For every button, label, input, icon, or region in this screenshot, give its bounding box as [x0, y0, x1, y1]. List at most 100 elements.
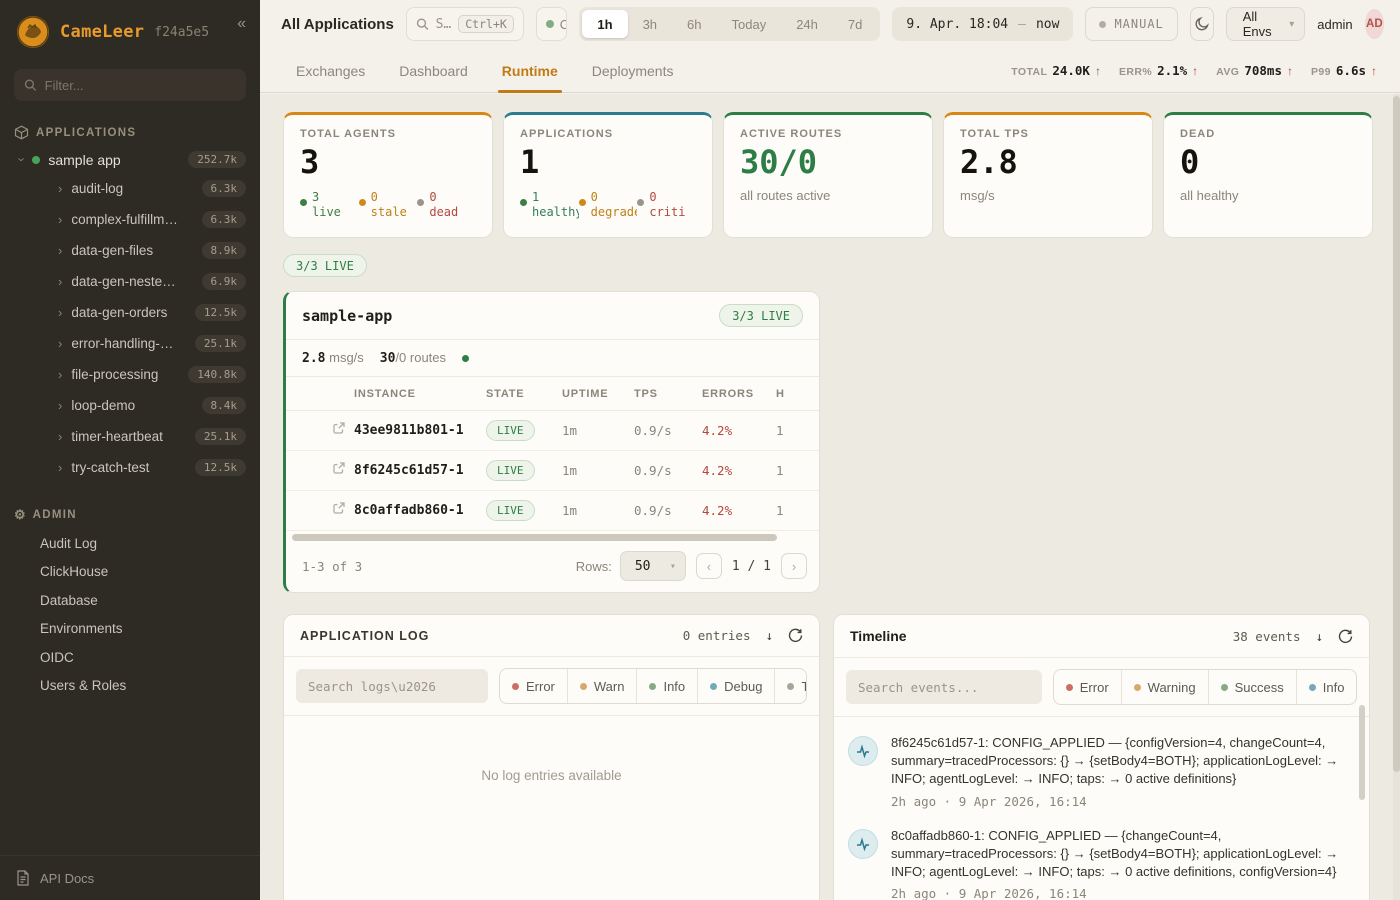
time-range-6h[interactable]: 6h	[672, 10, 716, 38]
chevron-right-icon: ›	[58, 430, 62, 443]
time-range-7d[interactable]: 7d	[833, 10, 877, 38]
card-title: APPLICATIONS	[520, 128, 696, 140]
timeline-event[interactable]: 8f6245c61d57-1: CONFIG_APPLIED — {config…	[848, 725, 1347, 818]
tab-deployments[interactable]: Deployments	[592, 63, 674, 92]
stat-value: 24.0K	[1052, 63, 1090, 78]
rows-per-page-select[interactable]: 50 ▾	[620, 551, 686, 581]
scrollbar-thumb[interactable]	[1393, 96, 1400, 772]
sidebar-item-file-processing[interactable]: ›file-processing140.8k	[0, 359, 260, 390]
uptime-value: 1m	[562, 503, 634, 518]
col-instance[interactable]: INSTANCE	[354, 388, 486, 400]
filter-info[interactable]: Info	[1296, 670, 1357, 704]
sidebar-item-error-handling[interactable]: ›error-handling-…25.1k	[0, 328, 260, 359]
prev-page-button[interactable]: ‹	[696, 553, 722, 579]
refresh-icon[interactable]	[1338, 629, 1353, 644]
blue-dot-icon	[1309, 684, 1316, 691]
filter-success[interactable]: Success	[1208, 670, 1296, 704]
sidebar-item-try-catch-test[interactable]: ›try-catch-test12.5k	[0, 452, 260, 483]
gray-dot-icon	[787, 683, 794, 690]
col-tps[interactable]: TPS	[634, 388, 702, 400]
sidebar-item-data-gen-neste[interactable]: ›data-gen-neste…6.9k	[0, 266, 260, 297]
arrow-up-icon: ↑	[1095, 64, 1101, 78]
scroll-down-icon[interactable]: ↓	[1315, 629, 1323, 644]
app-panel-metrics: 2.8 msg/s 30/0 routes	[286, 340, 819, 377]
sidebar-item-oidc[interactable]: OIDC	[0, 643, 260, 672]
sidebar-collapse-icon[interactable]: «	[237, 15, 246, 33]
page-scrollbar[interactable]	[1393, 94, 1400, 900]
external-link-icon[interactable]	[332, 501, 346, 515]
refresh-icon[interactable]	[788, 628, 803, 643]
chevron-down-icon[interactable]: ›	[16, 157, 29, 161]
sidebar-item-sample-app[interactable]: › sample app 252.7k	[0, 146, 260, 173]
sidebar-filter[interactable]	[14, 69, 246, 101]
tab-dashboard[interactable]: Dashboard	[399, 63, 468, 92]
next-page-button[interactable]: ›	[781, 553, 807, 579]
sidebar-item-environments[interactable]: Environments	[0, 615, 260, 644]
global-search-button[interactable]: S… Ctrl+K	[406, 7, 524, 41]
manual-refresh-button[interactable]: MANUAL	[1085, 7, 1177, 41]
timeline-scrollbar-thumb[interactable]	[1359, 705, 1365, 800]
avatar[interactable]: AD	[1365, 9, 1384, 39]
app-label: sample app	[48, 152, 120, 168]
table-row[interactable]: 8f6245c61d57-1 LIVE 1m 0.9/s 4.2% 1	[286, 451, 819, 491]
card-value: 30/0	[740, 144, 916, 181]
live-badge[interactable]: 3/3 LIVE	[283, 254, 367, 277]
instances-table-header: INSTANCE STATE UPTIME TPS ERRORS H	[286, 377, 819, 411]
time-range-24h[interactable]: 24h	[781, 10, 833, 38]
cameleer-logo-icon	[16, 15, 50, 49]
col-state[interactable]: STATE	[486, 388, 562, 400]
filter-info[interactable]: Info	[636, 669, 697, 703]
filter-trace[interactable]: Trace	[774, 669, 807, 703]
filter-warn[interactable]: Warn	[567, 669, 637, 703]
time-range-1h[interactable]: 1h	[582, 10, 627, 38]
col-errors[interactable]: ERRORS	[702, 388, 776, 400]
env-select[interactable]: All Envs ▾	[1226, 7, 1306, 41]
scrollbar-thumb[interactable]	[292, 534, 777, 541]
event-time: 2h ago · 9 Apr 2026, 16:14	[891, 886, 1353, 900]
card-value: 1	[520, 144, 696, 181]
sidebar-item-audit-log[interactable]: ›audit-log6.3k	[0, 173, 260, 204]
theme-toggle-button[interactable]	[1190, 7, 1214, 41]
date-range-display[interactable]: 9. Apr. 18:04 — now	[892, 7, 1073, 41]
col-uptime[interactable]: UPTIME	[562, 388, 634, 400]
h-value: 1	[776, 423, 816, 438]
timeline-event[interactable]: 8c0affadb860-1: CONFIG_APPLIED — {change…	[848, 818, 1347, 900]
tab-runtime[interactable]: Runtime	[502, 63, 558, 92]
horizontal-scrollbar[interactable]	[292, 534, 813, 542]
time-range-3h[interactable]: 3h	[628, 10, 672, 38]
log-search-input[interactable]	[296, 669, 488, 703]
api-docs-link[interactable]: API Docs	[0, 855, 260, 900]
filter-error[interactable]: Error	[500, 669, 567, 703]
filter-warning[interactable]: Warning	[1121, 670, 1208, 704]
sidebar-item-audit-log-admin[interactable]: Audit Log	[0, 529, 260, 558]
app-panel-header[interactable]: sample-app 3/3 LIVE	[286, 292, 819, 340]
timeline-filter-bar: Error Warning Success Info	[834, 658, 1369, 717]
filter-debug[interactable]: Debug	[697, 669, 774, 703]
tab-exchanges[interactable]: Exchanges	[296, 63, 365, 92]
sidebar-item-clickhouse[interactable]: ClickHouse	[0, 558, 260, 587]
sidebar-item-data-gen-files[interactable]: ›data-gen-files8.9k	[0, 235, 260, 266]
sidebar-item-database[interactable]: Database	[0, 586, 260, 615]
scroll-down-icon[interactable]: ↓	[765, 628, 773, 643]
timeline-search-input[interactable]	[846, 670, 1042, 704]
external-link-icon[interactable]	[332, 461, 346, 475]
table-row[interactable]: 43ee9811b801-1 LIVE 1m 0.9/s 4.2% 1	[286, 411, 819, 451]
external-link-icon[interactable]	[332, 421, 346, 435]
chevron-down-icon: ▾	[670, 561, 676, 572]
col-h[interactable]: H	[776, 388, 816, 400]
sidebar-item-timer-heartbeat[interactable]: ›timer-heartbeat25.1k	[0, 421, 260, 452]
table-row[interactable]: 8c0affadb860-1 LIVE 1m 0.9/s 4.2% 1	[286, 491, 819, 531]
filter-error[interactable]: Error	[1054, 670, 1121, 704]
sidebar-item-data-gen-orders[interactable]: ›data-gen-orders12.5k	[0, 297, 260, 328]
sidebar-item-users-roles[interactable]: Users & Roles	[0, 672, 260, 701]
time-range-today[interactable]: Today	[717, 10, 782, 38]
tps-value: 2.8	[302, 351, 325, 366]
instance-id: 43ee9811b801-1	[354, 423, 486, 438]
sidebar-filter-input[interactable]	[45, 78, 236, 93]
online-status-pill[interactable]: O	[536, 7, 568, 41]
breakdown-live: 3live	[300, 190, 359, 221]
route-label: try-catch-test	[71, 460, 149, 475]
manual-status-dot	[1099, 21, 1106, 28]
sidebar-item-loop-demo[interactable]: ›loop-demo8.4k	[0, 390, 260, 421]
sidebar-item-complex-fulfillm[interactable]: ›complex-fulfillm…6.3k	[0, 204, 260, 235]
